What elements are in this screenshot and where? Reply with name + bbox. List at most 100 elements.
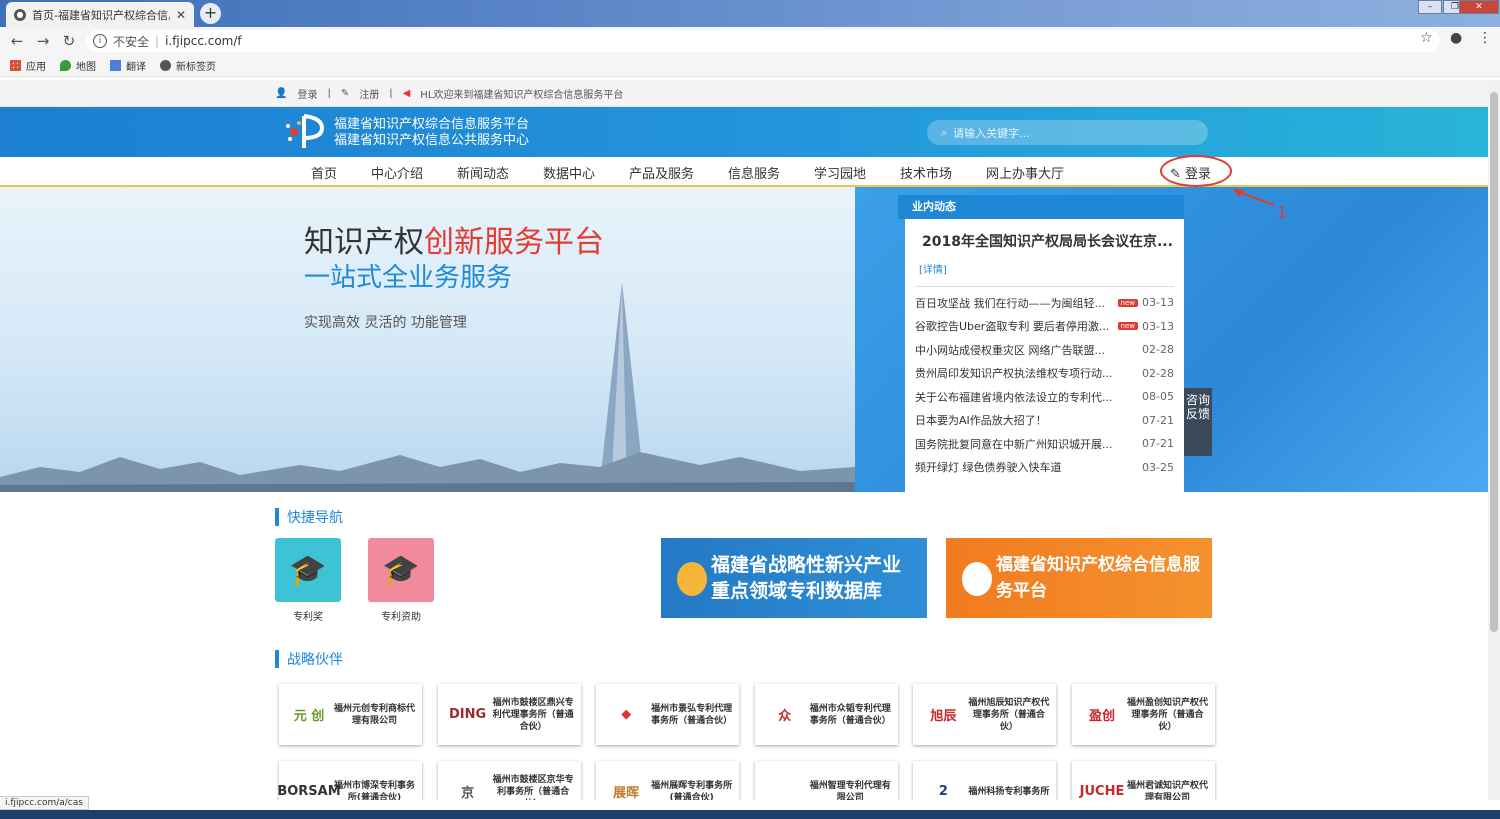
partner-card[interactable]: 2 福州科扬专利事务所 (913, 761, 1057, 800)
quicknav-label: 专利资助 (381, 612, 421, 623)
site-name-line-2: 福建省知识产权信息公共服务中心 (334, 133, 530, 148)
quicknav-patent-award[interactable]: 🎓 专利奖 (275, 538, 341, 623)
partner-card[interactable]: DING 福州市鼓楼区鼎兴专利代理事务所（普通合伙） (437, 684, 581, 745)
news-item-date: 03-13 (1142, 319, 1174, 333)
partners-title: 战略伙伴 (275, 649, 343, 669)
partner-name: 福州君诚知识产权代理有限公司 (1126, 780, 1208, 801)
title-bar (275, 508, 279, 526)
url-text[interactable]: i.fjipcc.com/f (165, 34, 242, 48)
nav-item-about[interactable]: 中心介绍 (371, 163, 423, 182)
nav-item-online-hall[interactable]: 网上办事大厅 (986, 163, 1064, 182)
partner-card[interactable]: 元 创福州元创专利商标代理有限公司 (279, 684, 422, 745)
news-headline[interactable]: 2018年全国知识产权局局长会议在京... (905, 219, 1184, 251)
forward-icon[interactable]: → (30, 32, 56, 50)
quicknav-patent-funding[interactable]: 🎓 专利资助 (368, 538, 434, 623)
globe-icon (160, 60, 171, 71)
menu-icon[interactable]: ⋮ (1478, 30, 1492, 46)
welcome-text: HL欢迎来到福建省知识产权综合信息服务平台 (420, 89, 624, 101)
news-item-date: 02-28 (1142, 366, 1174, 380)
nav-item-news[interactable]: 新闻动态 (457, 163, 509, 182)
map-pin-icon (60, 60, 71, 71)
nav-item-tech-market[interactable]: 技术市场 (900, 163, 952, 182)
main-nav: 首页 中心介绍 新闻动态 数据中心 产品及服务 信息服务 学习园地 技术市场 网… (0, 157, 1488, 187)
news-list-item[interactable]: 国务院批复同意在中新广州知识城开展... 07-21 (915, 432, 1174, 456)
title-bar (275, 650, 279, 668)
page-scrollbar[interactable] (1488, 80, 1500, 800)
news-details-link[interactable]: [详情] (905, 251, 1184, 276)
star-icon[interactable]: ☆ (1420, 30, 1433, 46)
close-window-button[interactable]: ✕ (1459, 0, 1499, 14)
news-list-item[interactable]: 贵州局印发知识产权执法维权专项行动... 02-28 (915, 362, 1174, 386)
new-tab-button[interactable]: + (200, 3, 221, 24)
partner-card[interactable]: 京 福州市鼓楼区京华专利事务所（普通合伙） (437, 761, 581, 801)
hero-title: 知识产权创新服务平台 (304, 217, 604, 261)
scrollbar-thumb[interactable] (1490, 92, 1498, 632)
annotation-number: 1 (1277, 203, 1288, 222)
search-icon: ⌕ (941, 125, 948, 139)
reload-icon[interactable]: ↻ (56, 32, 82, 50)
new-badge: new (1117, 322, 1138, 331)
os-taskbar (0, 810, 1500, 819)
partner-card[interactable]: 众 福州市众韬专利代理事务所（普通合伙） (754, 684, 898, 745)
news-item-date: 07-21 (1142, 437, 1174, 451)
partner-name: 福州市鼓楼区京华专利事务所（普通合伙） (492, 774, 574, 801)
partner-card[interactable]: ◆ 福州市景弘专利代理事务所（普通合伙） (596, 684, 740, 745)
back-icon[interactable]: ← (4, 32, 30, 50)
bookmark-apps[interactable]: 应用 (10, 58, 46, 73)
promo-logo-icon (677, 562, 707, 596)
bookmark-maps[interactable]: 地图 (60, 58, 96, 73)
new-badge: new (1117, 298, 1138, 307)
search-input[interactable]: ⌕ 请输入关键字... (927, 120, 1208, 145)
partner-card[interactable]: 展晖 福州展晖专利事务所(普通合伙) (596, 761, 740, 800)
quicknav-title: 快捷导航 (275, 507, 343, 527)
nav-item-learning[interactable]: 学习园地 (814, 163, 866, 182)
news-list-item[interactable]: 关于公布福建省境内依法设立的专利代... 08-05 (915, 385, 1174, 409)
partner-card[interactable]: 旭辰 福州旭辰知识产权代理事务所（普通合伙） (913, 684, 1057, 745)
promo-text: 福建省知识产权综合信息服务平台 (996, 555, 1200, 601)
nav-item-products[interactable]: 产品及服务 (629, 163, 694, 182)
partner-card[interactable]: 盈创 福州盈创知识产权代理事务所（普通合伙） (1072, 684, 1215, 745)
nav-item-data[interactable]: 数据中心 (543, 163, 595, 182)
top-register-link[interactable]: 注册 (359, 86, 379, 101)
hero-title-black: 知识产权 (304, 225, 424, 260)
web-page: 👤 登录 | ✎ 注册 | ◀ HL欢迎来到福建省知识产权综合信息服务平台 福建… (0, 80, 1488, 800)
news-list-item[interactable]: 频开绿灯 绿色债券驶入快车道 03-25 (915, 456, 1174, 480)
bookmark-newtab[interactable]: 新标签页 (160, 58, 216, 73)
account-icon[interactable]: ● (1450, 30, 1462, 46)
promo-ip-platform[interactable]: 福建省知识产权综合信息服务平台 (946, 538, 1212, 618)
info-icon[interactable]: i (93, 34, 107, 48)
bookmark-label: 新标签页 (176, 62, 216, 73)
nav-item-home[interactable]: 首页 (311, 163, 337, 182)
bookmark-translate[interactable]: 翻译 (110, 58, 146, 73)
bookmark-label: 应用 (26, 62, 46, 73)
partner-card[interactable]: JUCHE 福州君诚知识产权代理有限公司 (1072, 761, 1215, 800)
site-name: 福建省知识产权综合信息服务平台 福建省知识产权信息公共服务中心 (334, 117, 529, 149)
partner-name: 福州旭辰知识产权代理事务所（普通合伙） (968, 697, 1050, 732)
bookmarks-bar: 应用 地图 翻译 新标签页 (0, 55, 1500, 77)
graduation-cap-icon: 🎓 (275, 538, 341, 602)
hero-tagline: 实现高效 灵活的 功能管理 (304, 315, 467, 331)
hero-banner: 知识产权创新服务平台 一站式全业务服务 实现高效 灵活的 功能管理 业内动态 2… (0, 187, 1488, 492)
nav-item-info[interactable]: 信息服务 (728, 163, 780, 182)
news-item-date: 03-13 (1142, 296, 1174, 310)
top-login-link[interactable]: 登录 (297, 86, 317, 101)
news-list-item[interactable]: 中小网站成侵权重灾区 网络广告联盟... 02-28 (915, 338, 1174, 362)
browser-window: ● 首页-福建省知识产权综合信息服 ✕ + – ❐ ✕ ← → ↻ i 不安全 … (0, 0, 1500, 819)
status-bar: i.fjipcc.com/a/cas (0, 796, 89, 810)
tab-strip: ● 首页-福建省知识产权综合信息服 ✕ + – ❐ ✕ (0, 0, 1500, 27)
close-tab-icon[interactable]: ✕ (176, 8, 186, 22)
promo-text: 福建省战略性新兴产业重点领域专利数据库 (711, 554, 902, 602)
partner-card[interactable]: 福州智理专利代理有限公司 (754, 761, 898, 800)
feedback-button[interactable]: 咨询反馈 (1184, 388, 1212, 456)
promo-patent-database[interactable]: 福建省战略性新兴产业重点领域专利数据库 (661, 538, 927, 618)
minimize-button[interactable]: – (1418, 0, 1442, 14)
news-list-item[interactable]: 谷歌控告Uber盗取专利 要后者停用激... new 03-13 (915, 315, 1174, 339)
site-logo[interactable] (282, 112, 328, 152)
partner-card[interactable]: BORSAM 福州市博深专利事务所(普通合伙) (277, 761, 422, 800)
address-bar[interactable]: i 不安全 | i.fjipcc.com/f (86, 30, 1440, 52)
browser-tab[interactable]: ● 首页-福建省知识产权综合信息服 ✕ (6, 2, 194, 27)
news-list-item[interactable]: 日本要为AI作品放大招了！ 07-21 (915, 409, 1174, 433)
news-list-item[interactable]: 百日攻坚战 我们在行动——为闽组轻... new 03-13 (915, 291, 1174, 315)
hero-subtitle: 一站式全业务服务 (304, 263, 513, 293)
partner-logo: 盈创 (1088, 709, 1115, 724)
